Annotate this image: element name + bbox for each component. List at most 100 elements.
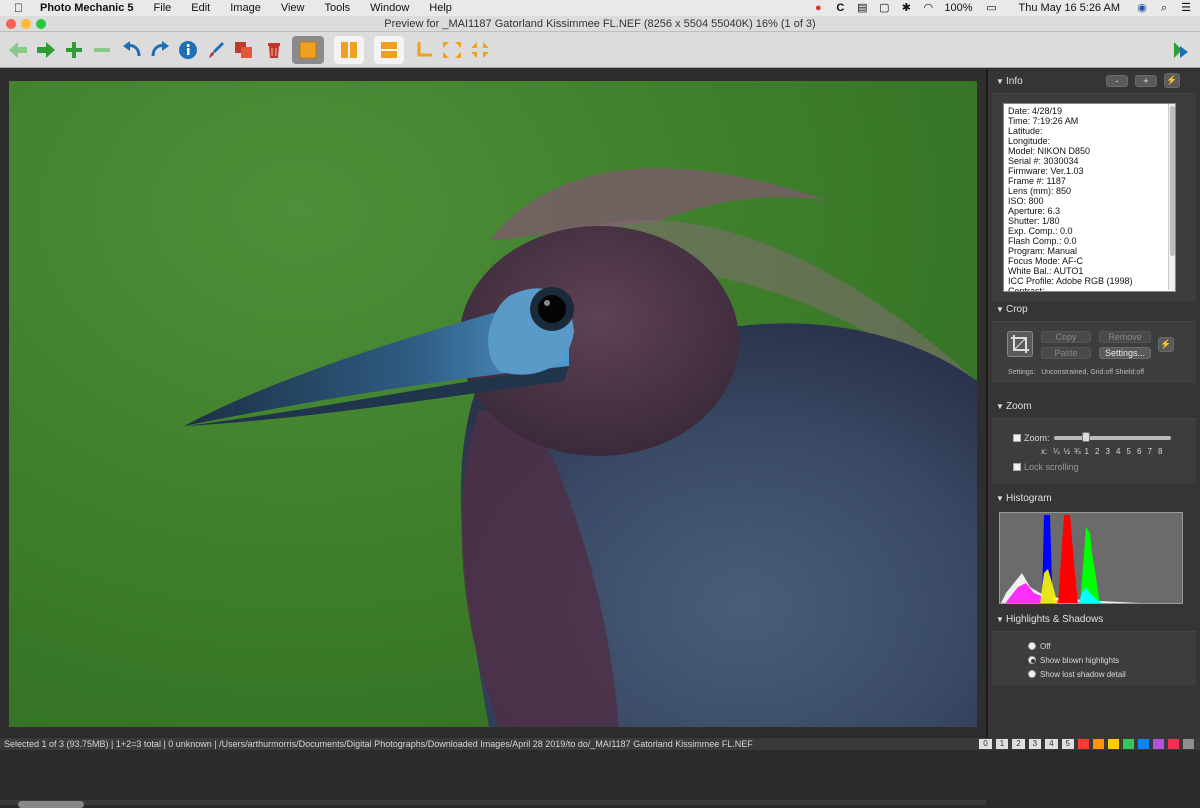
rating-filter-chip[interactable]: 1 (995, 739, 1009, 749)
color-class-chip[interactable] (1108, 739, 1119, 749)
sidecar-icon[interactable]: ▤ (856, 2, 868, 14)
preview-area[interactable] (0, 69, 986, 808)
camera-bits-logo-icon[interactable] (1166, 36, 1194, 64)
color-class-chip[interactable] (1093, 739, 1104, 749)
disclosure-triangle-icon[interactable]: ▼ (996, 615, 1006, 624)
crop-paste-button[interactable]: Paste (1041, 347, 1091, 359)
color-class-chip[interactable] (1078, 739, 1089, 749)
display-icon[interactable]: ▢ (878, 2, 890, 14)
crop-corner-icon[interactable] (410, 36, 438, 64)
zoom-level-option[interactable]: 7 (1148, 447, 1159, 456)
rotate-right-icon[interactable] (146, 36, 174, 64)
zoom-level-option[interactable]: ½ (1064, 447, 1075, 456)
forward-arrow-icon[interactable] (32, 36, 60, 64)
menu-help[interactable]: Help (429, 2, 452, 14)
menu-window[interactable]: Window (370, 2, 409, 14)
rating-filter-chip[interactable]: 2 (1012, 739, 1025, 749)
crop-tool-icon[interactable] (1007, 331, 1033, 357)
zoom-level-option[interactable]: ¾ (1074, 447, 1085, 456)
zoom-level-option[interactable]: 3 (1106, 447, 1117, 456)
disclosure-triangle-icon[interactable]: ▼ (996, 77, 1006, 86)
zoom-section-header[interactable]: ▼ Zoom (996, 401, 1032, 412)
rating-filter-chip[interactable]: 3 (1028, 739, 1042, 749)
disclosure-triangle-icon[interactable]: ▼ (996, 494, 1006, 503)
zoom-slider-track[interactable] (1054, 436, 1171, 440)
option-blown-highlights[interactable]: Show blown highlights (1028, 654, 1126, 668)
lock-scrolling-checkbox[interactable] (1013, 463, 1021, 471)
menu-edit[interactable]: Edit (191, 2, 210, 14)
brush-icon[interactable] (202, 36, 230, 64)
zoom-level-option[interactable]: 5 (1127, 447, 1138, 456)
info-metadata-list[interactable]: Date: 4/28/19 Time: 7:19:26 AM Latitude: Lo… (1003, 103, 1176, 292)
zoom-level-option[interactable]: 8 (1158, 447, 1169, 456)
zoom-slider-thumb[interactable] (1081, 432, 1090, 442)
color-class-chip[interactable] (1183, 739, 1194, 749)
battery-icon[interactable]: ▭ (983, 2, 1001, 14)
crop-section-header[interactable]: ▼ Crop (996, 304, 1028, 315)
notification-center-icon[interactable]: ☰ (1180, 2, 1192, 14)
highlights-section-header[interactable]: ▼ Highlights & Shadows (996, 614, 1103, 625)
info-icon[interactable] (174, 36, 202, 64)
disclosure-triangle-icon[interactable]: ▼ (996, 402, 1006, 411)
info-section-header[interactable]: ▼ Info (996, 76, 1023, 87)
info-plus-button[interactable]: + (1135, 75, 1157, 87)
menu-app-name[interactable]: Photo Mechanic 5 (40, 2, 134, 14)
zoom-level-option[interactable]: 1 (1085, 447, 1096, 456)
menu-tools[interactable]: Tools (324, 2, 350, 14)
color-class-chip[interactable] (1153, 739, 1164, 749)
info-scrollbar-thumb[interactable] (1170, 106, 1175, 256)
color-class-chip[interactable] (1168, 739, 1179, 749)
collapse-icon[interactable] (466, 36, 494, 64)
lock-scrolling-toggle[interactable]: Lock scrolling (1013, 462, 1079, 472)
crop-action-button[interactable]: ⚡ (1158, 337, 1174, 352)
info-action-button[interactable]: ⚡ (1164, 73, 1180, 88)
radio-blown-highlights[interactable] (1028, 656, 1036, 664)
remove-icon[interactable] (88, 36, 116, 64)
zoom-level-option[interactable]: ¼ (1053, 447, 1064, 456)
horizontal-scrollbar[interactable] (18, 801, 84, 808)
search-icon[interactable]: ⌕ (1158, 2, 1170, 14)
radio-off[interactable] (1028, 642, 1036, 650)
rating-filter-chip[interactable]: 4 (1045, 739, 1058, 749)
back-arrow-icon[interactable] (4, 36, 32, 64)
zoom-level-option[interactable]: 4 (1116, 447, 1127, 456)
trash-icon[interactable] (260, 36, 288, 64)
c-app-icon[interactable]: C (834, 2, 846, 14)
side-by-side-icon[interactable] (334, 36, 364, 64)
apple-menu-icon[interactable]:  (14, 1, 28, 15)
zoom-level-option[interactable]: 6 (1137, 447, 1148, 456)
bluetooth-icon[interactable]: ✱ (900, 2, 912, 14)
radio-lost-shadow[interactable] (1028, 670, 1036, 678)
option-lost-shadow[interactable]: Show lost shadow detail (1028, 668, 1126, 682)
color-class-chip[interactable] (1123, 739, 1134, 749)
menu-view[interactable]: View (281, 2, 305, 14)
zoom-checkbox[interactable] (1013, 434, 1021, 442)
rotate-left-icon[interactable] (118, 36, 146, 64)
zoom-toggle[interactable]: Zoom: (1013, 433, 1050, 443)
single-view-icon[interactable] (292, 36, 324, 64)
option-off[interactable]: Off (1028, 640, 1126, 654)
rating-filter-chip[interactable]: 0 (979, 739, 992, 749)
info-scrollbar[interactable] (1168, 104, 1175, 290)
crop-copy-button[interactable]: Copy (1041, 331, 1091, 343)
photo-preview[interactable] (9, 81, 977, 727)
duplicate-icon[interactable] (230, 36, 258, 64)
rating-filter-chip[interactable]: 5 (1061, 739, 1074, 749)
user-icon[interactable]: ◉ (1136, 2, 1148, 14)
zoom-level-option[interactable]: 2 (1095, 447, 1106, 456)
menu-file[interactable]: File (154, 2, 172, 14)
menu-image[interactable]: Image (230, 2, 261, 14)
wifi-icon[interactable]: ◠ (922, 2, 934, 14)
add-icon[interactable] (60, 36, 88, 64)
clock[interactable]: Thu May 16 5:26 AM (1019, 2, 1121, 14)
stacked-view-icon[interactable] (374, 36, 404, 64)
expand-icon[interactable] (438, 36, 466, 64)
histogram-section-header[interactable]: ▼ Histogram (996, 493, 1052, 504)
crop-remove-button[interactable]: Remove (1099, 331, 1151, 343)
crop-settings-button[interactable]: Settings... (1099, 347, 1151, 359)
creative-cloud-icon[interactable]: ● (812, 2, 824, 14)
disclosure-triangle-icon[interactable]: ▼ (996, 305, 1006, 314)
info-minus-button[interactable]: - (1106, 75, 1128, 87)
crop-settings-summary: Settings: Unconstrained, Grid:off Shield… (1008, 369, 1144, 376)
color-class-chip[interactable] (1138, 739, 1149, 749)
